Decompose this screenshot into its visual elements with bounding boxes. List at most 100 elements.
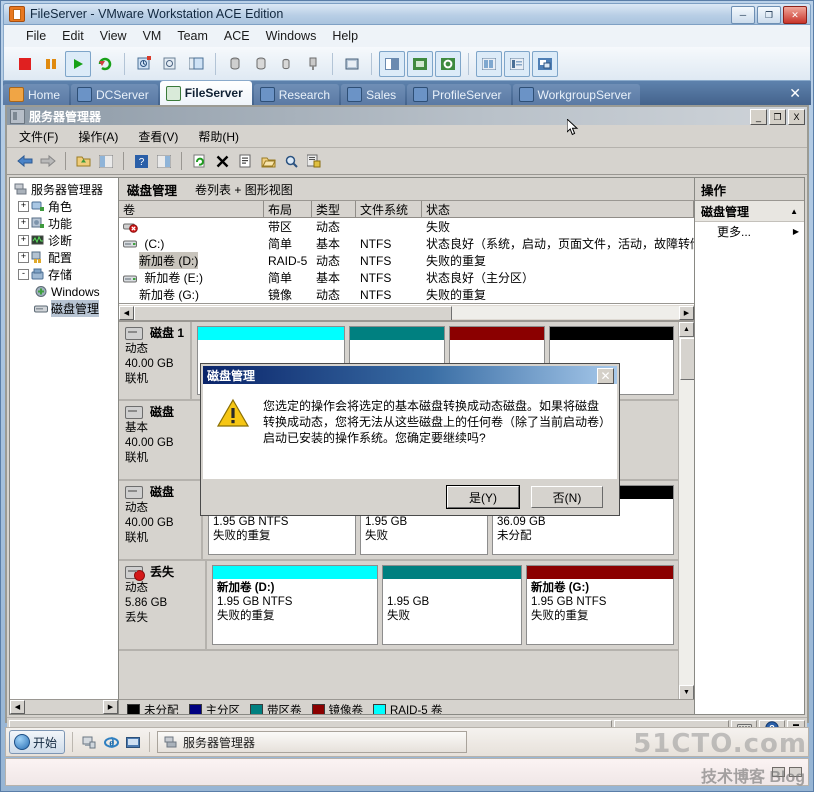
properties-icon[interactable]: [235, 151, 255, 171]
menu-edit[interactable]: Edit: [62, 29, 84, 43]
column-filesystem[interactable]: 文件系统: [356, 201, 422, 217]
disk-info[interactable]: 磁盘 动态 40.00 GB 联机: [119, 481, 203, 559]
tree-item-roles[interactable]: + 角色: [12, 198, 116, 215]
expander-icon[interactable]: -: [18, 269, 29, 280]
scroll-up-icon[interactable]: ▲: [679, 322, 694, 337]
reset-icon[interactable]: [93, 52, 117, 76]
summary-icon[interactable]: [476, 50, 502, 77]
sm-menu-action[interactable]: 操作(A): [78, 128, 118, 145]
stop-icon[interactable]: [13, 52, 37, 76]
sm-minimize-button[interactable]: _: [750, 109, 767, 125]
export-icon[interactable]: [304, 151, 324, 171]
close-tab-icon[interactable]: ✕: [789, 85, 811, 105]
expander-icon[interactable]: +: [18, 201, 29, 212]
table-row[interactable]: (C:) 简单 基本 NTFS 状态良好（系统，启动，页面文件，活动，故障转储，…: [119, 235, 694, 252]
disk-info[interactable]: 丢失 动态 5.86 GB 丢失: [119, 561, 207, 649]
column-status[interactable]: 状态: [422, 201, 694, 217]
menu-help[interactable]: Help: [332, 29, 358, 43]
scroll-left-icon[interactable]: ◀: [119, 305, 134, 320]
disk-row[interactable]: 丢失 动态 5.86 GB 丢失 新加卷 (D:) 1.95 GB NTFS 失…: [119, 561, 679, 651]
vm-tab-fileserver[interactable]: FileServer: [159, 81, 252, 105]
fullscreen-icon[interactable]: [407, 50, 433, 77]
tree-item-storage[interactable]: - 存储: [12, 266, 116, 283]
scroll-right-icon[interactable]: ▶: [679, 305, 694, 320]
sm-menu-view[interactable]: 查看(V): [138, 128, 178, 145]
menu-file[interactable]: File: [26, 29, 46, 43]
tree-item-features[interactable]: + 功能: [12, 215, 116, 232]
taskbar-task-server-manager[interactable]: 服务器管理器: [157, 731, 468, 753]
sm-menu-file[interactable]: 文件(F): [19, 128, 58, 145]
sm-close-button[interactable]: X: [788, 109, 805, 125]
start-button[interactable]: 开始: [9, 730, 66, 754]
table-row[interactable]: 新加卷 (D:) RAID-5 动态 NTFS 失败的重复: [119, 252, 694, 269]
pause-icon[interactable]: [39, 52, 63, 76]
open-icon[interactable]: [258, 151, 278, 171]
minimize-button[interactable]: ─: [731, 6, 755, 24]
volume-list[interactable]: 卷 布局 类型 文件系统 状态 带区 动态 失败 (C:) 简单 基本 NTFS…: [119, 201, 694, 304]
yes-button[interactable]: 是(Y): [446, 485, 520, 509]
show-tree-icon[interactable]: [96, 151, 116, 171]
show-desktop-icon[interactable]: [80, 733, 98, 751]
find-icon[interactable]: [281, 151, 301, 171]
vm-tab-sales[interactable]: Sales: [341, 84, 406, 105]
internet-explorer-icon[interactable]: e: [102, 733, 120, 751]
disk-info[interactable]: 磁盘 1 动态 40.00 GB 联机: [119, 322, 192, 399]
maximize-button[interactable]: ❐: [757, 6, 781, 24]
tree-item-configuration[interactable]: + 配置: [12, 249, 116, 266]
tree-item-disk-management[interactable]: 磁盘管理: [12, 300, 116, 317]
console-view-icon[interactable]: [504, 50, 530, 77]
vm-tab-profileserver[interactable]: ProfileServer: [407, 84, 511, 105]
play-icon[interactable]: [65, 50, 91, 77]
vm-tab-workgroupserver[interactable]: WorkgroupServer: [512, 84, 641, 105]
table-row[interactable]: 新加卷 (G:) 镜像 动态 NTFS 失败的重复: [119, 286, 694, 303]
menu-team[interactable]: Team: [177, 29, 208, 43]
help-icon[interactable]: ?: [131, 151, 151, 171]
vm-tab-research[interactable]: Research: [253, 84, 340, 105]
scroll-down-icon[interactable]: ▼: [679, 685, 694, 700]
vm-tab-home[interactable]: Home: [3, 84, 70, 105]
revert-snapshot-icon[interactable]: [158, 52, 182, 76]
column-layout[interactable]: 布局: [264, 201, 312, 217]
volume-list-hscrollbar[interactable]: ◀ ▶: [119, 304, 694, 321]
tree-horizontal-scrollbar[interactable]: ◀ ▶: [10, 699, 118, 714]
actions-section-disk-management[interactable]: 磁盘管理 ▲: [695, 201, 804, 222]
sm-menu-help[interactable]: 帮助(H): [198, 128, 239, 145]
delete-vm-icon[interactable]: [275, 52, 299, 76]
table-row[interactable]: 新加卷 (E:) 简单 基本 NTFS 状态良好（主分区）: [119, 269, 694, 286]
expander-icon[interactable]: +: [18, 218, 29, 229]
actions-item-more[interactable]: 更多... ▶: [695, 222, 804, 240]
expander-icon[interactable]: +: [18, 235, 29, 246]
multiview-icon[interactable]: [532, 50, 558, 77]
delete-icon[interactable]: [212, 151, 232, 171]
scroll-thumb[interactable]: [134, 306, 453, 321]
clone-icon[interactable]: [223, 52, 247, 76]
folder-up-icon[interactable]: [73, 151, 93, 171]
chevron-up-icon[interactable]: ▲: [790, 207, 798, 216]
sidebar-toggle-icon[interactable]: [379, 50, 405, 77]
menu-vm[interactable]: VM: [143, 29, 162, 43]
scroll-track[interactable]: [134, 306, 679, 321]
server-manager-quick-icon[interactable]: [124, 733, 142, 751]
column-type[interactable]: 类型: [312, 201, 356, 217]
device-icon[interactable]: [789, 767, 802, 777]
partition[interactable]: 1.95 GB 失败: [382, 565, 522, 645]
sm-restore-button[interactable]: ❐: [769, 109, 786, 125]
vm-tab-dcserver[interactable]: DCServer: [71, 84, 158, 105]
partition[interactable]: 新加卷 (D:) 1.95 GB NTFS 失败的重复: [212, 565, 378, 645]
table-row[interactable]: 带区 动态 失败: [119, 218, 694, 235]
device-icon[interactable]: [772, 767, 785, 777]
graphical-view-vscrollbar[interactable]: ▲ ▼: [678, 322, 694, 714]
partition[interactable]: 新加卷 (G:) 1.95 GB NTFS 失败的重复: [526, 565, 674, 645]
scroll-thumb[interactable]: [680, 338, 694, 380]
dialog-close-icon[interactable]: ✕: [597, 368, 614, 384]
usb-icon[interactable]: [301, 52, 325, 76]
menu-ace[interactable]: ACE: [224, 29, 250, 43]
back-arrow-icon[interactable]: [15, 151, 35, 171]
menu-view[interactable]: View: [100, 29, 127, 43]
navigation-tree[interactable]: 服务器管理器 + 角色 + 功能 + 诊断 + 配置 - 存储 Windows …: [9, 177, 119, 715]
expander-icon[interactable]: +: [18, 252, 29, 263]
menu-windows[interactable]: Windows: [266, 29, 317, 43]
tree-root[interactable]: 服务器管理器: [12, 181, 116, 198]
console-icon[interactable]: [340, 52, 364, 76]
tree-item-windows-backup[interactable]: Windows: [12, 283, 116, 300]
